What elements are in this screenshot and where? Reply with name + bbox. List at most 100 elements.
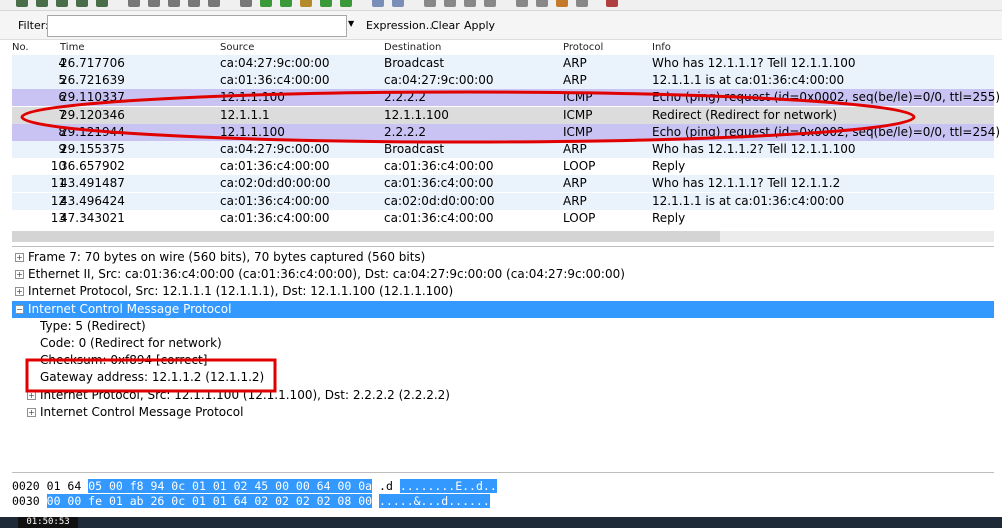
detail-tree-text: Type: 5 (Redirect) — [40, 318, 146, 333]
preferences-icon[interactable] — [576, 0, 588, 7]
stop-capture-icon[interactable] — [76, 0, 88, 7]
detail-tree-item[interactable]: − Internet Control Message Protocol — [12, 300, 994, 318]
packet-row[interactable]: 10 36.657902 ca:01:36:c4:00:00 ca:01:36:c4:… — [12, 158, 994, 176]
packet-source: ca:01:36:c4:00:00 — [220, 73, 330, 88]
hex-dump-line[interactable]: 0030 00 00 fe 01 ab 26 0c 01 01 64 02 02… — [12, 494, 490, 508]
horizontal-scrollbar-track[interactable] — [720, 231, 994, 242]
column-header-info[interactable]: Info — [652, 42, 671, 53]
packet-protocol: ARP — [563, 193, 587, 208]
packet-row[interactable]: 13 47.343021 ca:01:36:c4:00:00 ca:01:36:c4:… — [12, 209, 994, 227]
detail-tree-item[interactable]: Type: 5 (Redirect) — [12, 318, 994, 335]
capture-options-icon[interactable] — [36, 0, 48, 7]
go-forward-icon[interactable] — [280, 0, 292, 7]
packet-number: 10 — [50, 159, 66, 174]
packet-protocol: LOOP — [563, 210, 596, 225]
detail-tree-item[interactable]: Checksum: 0xf894 [correct] — [12, 352, 994, 369]
detail-tree-item[interactable]: Gateway address: 12.1.1.2 (12.1.1.2) — [12, 369, 994, 386]
packet-row[interactable]: 11 43.491487 ca:02:0d:d0:00:00 ca:01:36:c4:… — [12, 175, 994, 193]
zoom-in-icon[interactable] — [424, 0, 436, 7]
column-header-no[interactable]: No. — [12, 42, 29, 53]
help-icon[interactable] — [606, 0, 618, 7]
expression-button[interactable]: Expression... — [366, 19, 436, 32]
packet-row[interactable]: 5 26.721639 ca:01:36:c4:00:00 ca:04:27:9c:0… — [12, 72, 994, 90]
interface-list-icon[interactable] — [16, 0, 28, 7]
detail-tree-item[interactable]: Code: 0 (Redirect for network) — [12, 335, 994, 352]
open-file-icon[interactable] — [128, 0, 140, 7]
coloring-rules-icon[interactable] — [556, 0, 568, 7]
packet-time: 29.120346 — [60, 107, 125, 122]
hex-ascii-highlighted: .....&...d...... — [379, 494, 490, 508]
hex-bytes-plain: 01 64 — [46, 479, 82, 493]
collapse-icon[interactable]: − — [15, 304, 24, 314]
packet-list-header: No. Time Source Destination Protocol Inf… — [0, 40, 1002, 55]
horizontal-scrollbar-thumb[interactable] — [12, 231, 720, 242]
packet-protocol: ICMP — [563, 107, 593, 122]
capture-filters-icon[interactable] — [516, 0, 528, 7]
packet-row[interactable]: 6 29.110337 12.1.1.100 2.2.2.2 ICMP Echo (pin… — [12, 89, 1000, 107]
go-last-icon[interactable] — [340, 0, 352, 7]
column-header-protocol[interactable]: Protocol — [563, 42, 603, 53]
autoscroll-icon[interactable] — [392, 0, 404, 7]
packet-row[interactable]: 8 29.121944 12.1.1.100 2.2.2.2 ICMP Echo (pin… — [12, 123, 1000, 141]
packet-time: 43.491487 — [60, 176, 125, 191]
detail-tree-text: Internet Control Message Protocol — [28, 301, 232, 316]
column-header-source[interactable]: Source — [220, 42, 254, 53]
reload-icon[interactable] — [188, 0, 200, 7]
print-icon[interactable] — [208, 0, 220, 7]
packet-number: 11 — [50, 176, 66, 191]
packet-row[interactable]: 4 26.717706 ca:04:27:9c:00:00 Broadcast ARP W… — [12, 55, 994, 72]
zoom-out-icon[interactable] — [444, 0, 456, 7]
go-back-icon[interactable] — [260, 0, 272, 7]
save-file-icon[interactable] — [148, 0, 160, 7]
detail-tree-item[interactable]: + Internet Control Message Protocol — [12, 404, 994, 421]
detail-tree-text: Internet Protocol, Src: 12.1.1.100 (12.1… — [40, 387, 450, 402]
detail-tree-item[interactable]: + Frame 7: 70 bytes on wire (560 bits), 7… — [12, 249, 994, 266]
apply-button[interactable]: Apply — [464, 19, 495, 32]
packet-source: 12.1.1.100 — [220, 124, 285, 139]
find-icon[interactable] — [240, 0, 252, 7]
packet-destination: ca:01:36:c4:00:00 — [384, 210, 494, 225]
packet-destination: ca:04:27:9c:00:00 — [384, 73, 494, 88]
normal-size-icon[interactable] — [464, 0, 476, 7]
expand-icon[interactable]: + — [27, 407, 36, 417]
taskbar-clock: 01:50:53 — [18, 517, 78, 528]
go-first-icon[interactable] — [320, 0, 332, 7]
detail-tree-item[interactable]: + Internet Protocol, Src: 12.1.1.100 (12.… — [12, 387, 994, 404]
display-filters-icon[interactable] — [536, 0, 548, 7]
packet-destination: ca:01:36:c4:00:00 — [384, 176, 494, 191]
restart-capture-icon[interactable] — [96, 0, 108, 7]
expand-icon[interactable]: + — [15, 287, 24, 297]
hex-bytes-highlighted: 05 00 f8 94 0c 01 01 02 45 00 00 64 00 0… — [88, 479, 373, 493]
packet-row[interactable]: 9 29.155375 ca:04:27:9c:00:00 Broadcast ARP W… — [12, 141, 994, 158]
filter-dropdown-icon[interactable]: ▼ — [348, 19, 354, 28]
packet-protocol: LOOP — [563, 159, 596, 174]
packet-info: Redirect (Redirect for network) — [652, 107, 838, 122]
packet-info: Who has 12.1.1.1? Tell 12.1.1.100 — [652, 56, 856, 70]
packet-protocol: ARP — [563, 176, 587, 191]
expand-icon[interactable]: + — [15, 253, 24, 262]
packet-row[interactable]: 12 43.496424 ca:01:36:c4:00:00 ca:02:0d:d0:… — [12, 192, 994, 210]
taskbar — [0, 517, 1002, 528]
hex-dump-line[interactable]: 0020 01 64 05 00 f8 94 0c 01 01 02 45 00… — [12, 479, 497, 493]
packet-destination: ca:02:0d:d0:00:00 — [384, 193, 495, 208]
detail-tree-item[interactable]: + Ethernet II, Src: ca:01:36:c4:00:00 (ca… — [12, 266, 994, 283]
packet-row[interactable]: 7 29.120346 12.1.1.1 12.1.1.100 ICMP Redirect… — [12, 106, 994, 124]
go-to-packet-icon[interactable] — [300, 0, 312, 7]
filter-label: Filter: — [18, 19, 49, 32]
clear-button[interactable]: Clear — [431, 19, 460, 32]
column-header-time[interactable]: Time — [60, 42, 84, 53]
expand-icon[interactable]: + — [27, 390, 36, 400]
colorize-icon[interactable] — [372, 0, 384, 7]
detail-tree-item[interactable]: + Internet Protocol, Src: 12.1.1.1 (12.1.… — [12, 283, 994, 300]
packet-number: 6 — [58, 90, 66, 105]
packet-destination: Broadcast — [384, 56, 445, 70]
display-filter-input[interactable] — [47, 15, 347, 37]
packet-destination: Broadcast — [384, 142, 445, 156]
expand-icon[interactable]: + — [15, 270, 24, 280]
packet-destination: 2.2.2.2 — [384, 124, 426, 139]
close-file-icon[interactable] — [168, 0, 180, 7]
column-header-destination[interactable]: Destination — [384, 42, 441, 53]
packet-time: 43.496424 — [60, 193, 125, 208]
start-capture-icon[interactable] — [56, 0, 68, 7]
resize-columns-icon[interactable] — [484, 0, 496, 7]
